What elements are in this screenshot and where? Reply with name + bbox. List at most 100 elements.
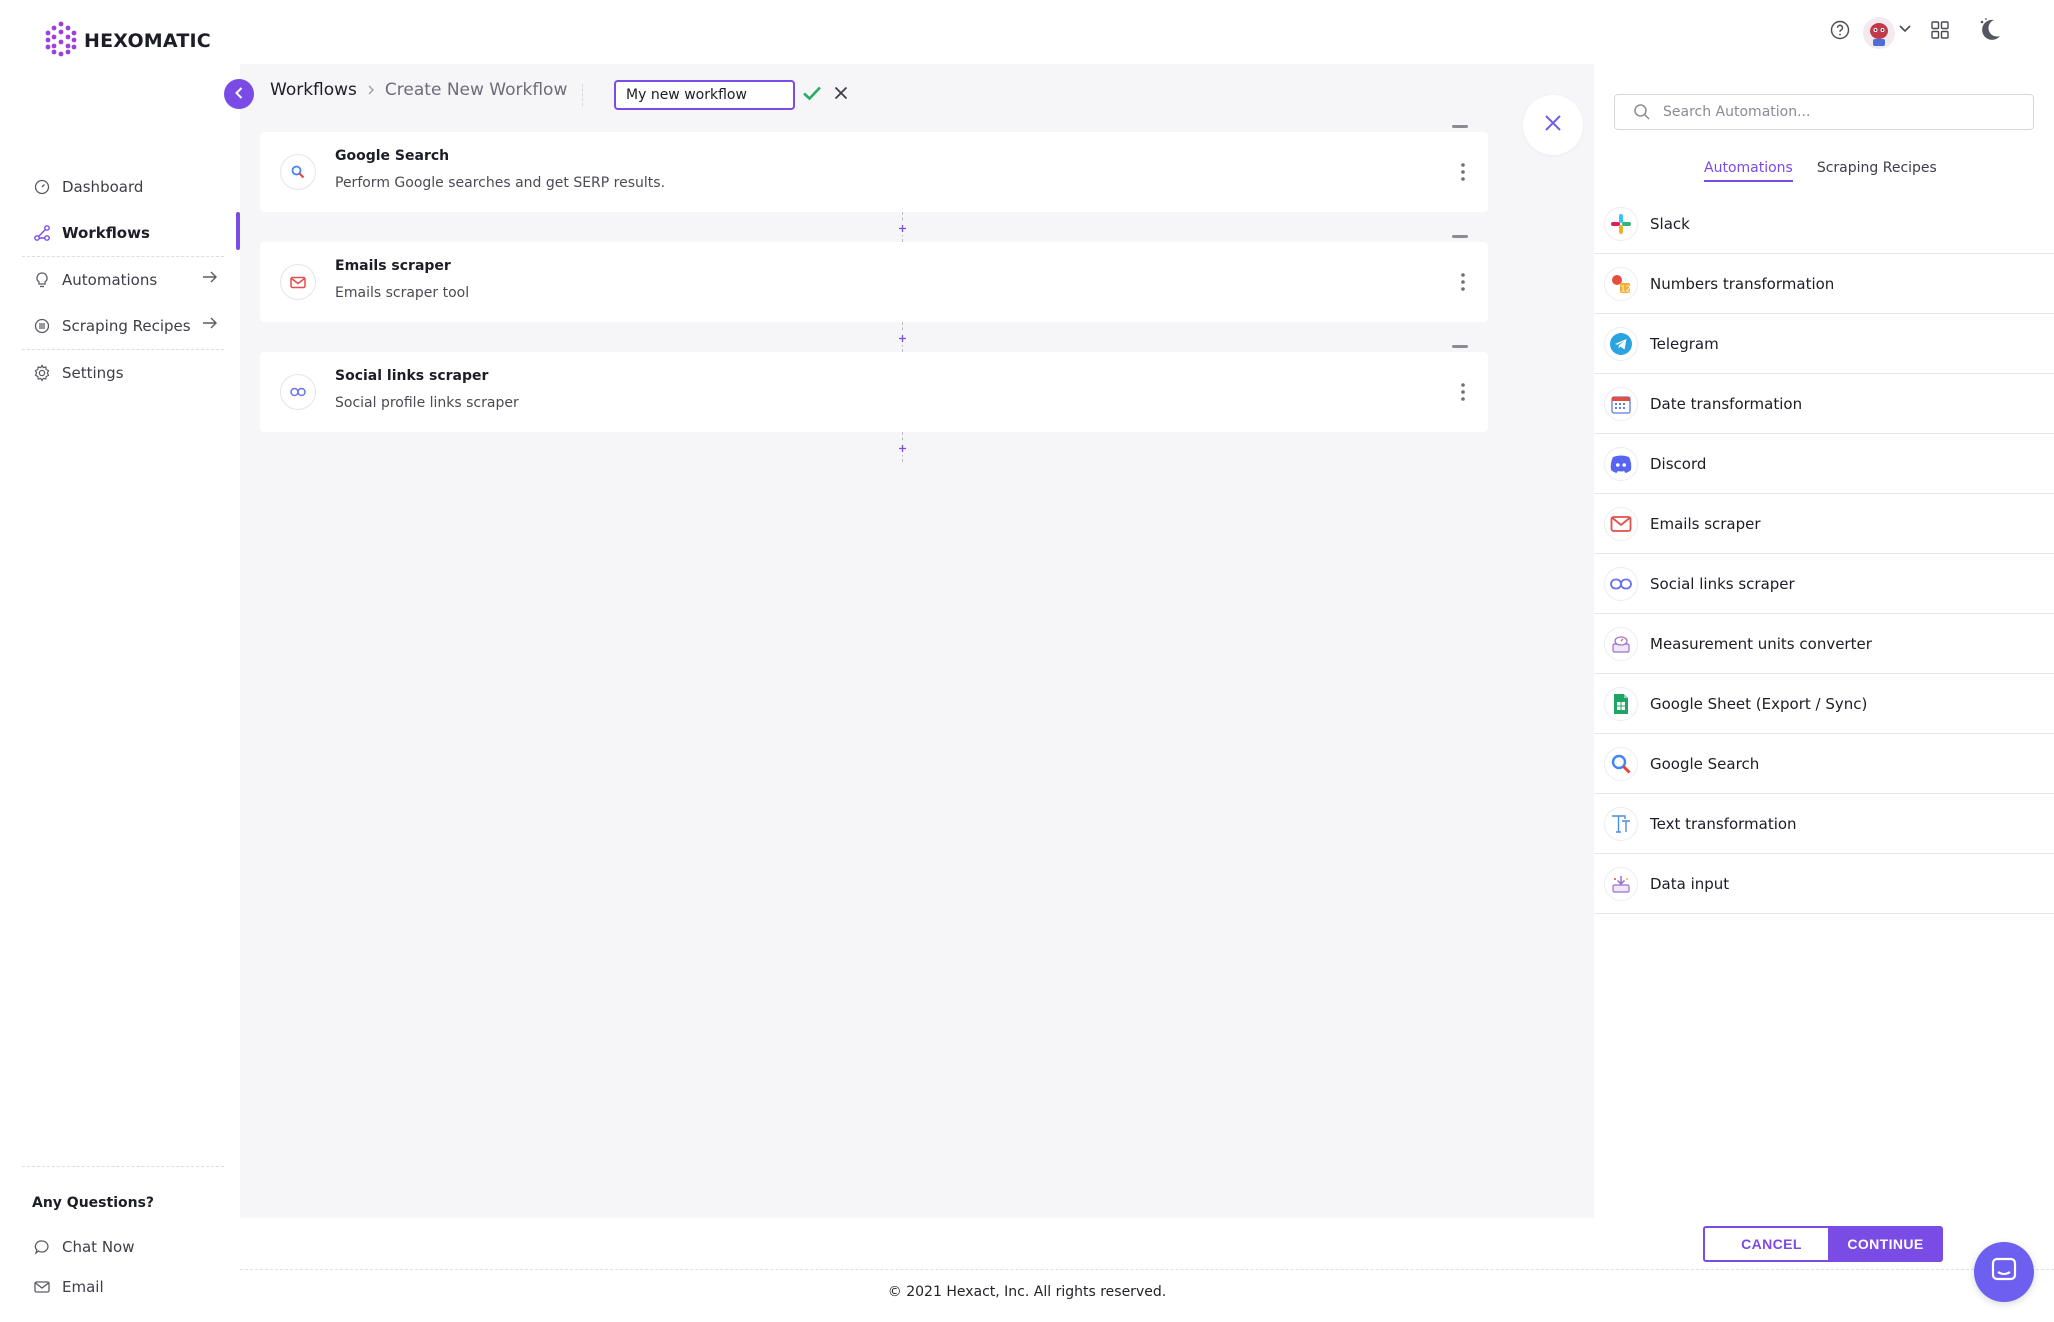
automation-item-data-input[interactable]: Data input bbox=[1594, 854, 2054, 914]
recipe-icon bbox=[32, 316, 52, 336]
breadcrumb: Workflows Create New Workflow bbox=[270, 80, 567, 100]
add-step-plus-icon[interactable] bbox=[896, 222, 909, 235]
automation-item-telegram[interactable]: Telegram bbox=[1594, 314, 2054, 374]
sidebar-item-settings[interactable]: Settings bbox=[22, 350, 224, 396]
workflow-step-social-links-scraper[interactable]: Social links scraper Social profile link… bbox=[260, 345, 1488, 432]
automation-label: Date transformation bbox=[1650, 394, 1803, 413]
header-divider bbox=[582, 84, 583, 106]
sidebar-item-automations[interactable]: Automations bbox=[22, 257, 224, 303]
automation-item-emails-scraper[interactable]: Emails scraper bbox=[1594, 494, 2054, 554]
calendar-icon bbox=[1604, 386, 1638, 421]
chevron-down-icon[interactable] bbox=[1898, 24, 1912, 34]
sheet-icon bbox=[1604, 686, 1638, 721]
step-title: Google Search bbox=[335, 148, 450, 164]
search-automation-input[interactable] bbox=[1663, 95, 2023, 129]
dark-mode-icon[interactable] bbox=[1974, 16, 2004, 44]
automation-item-social-links-scraper[interactable]: Social links scraper bbox=[1594, 554, 2054, 614]
automation-label: Text transformation bbox=[1650, 814, 1797, 833]
workflow-icon bbox=[32, 223, 52, 243]
automation-label: Data input bbox=[1650, 874, 1730, 893]
topbar bbox=[1794, 14, 2054, 54]
user-avatar[interactable] bbox=[1862, 16, 1896, 50]
help-icon[interactable] bbox=[1830, 20, 1850, 40]
search-icon bbox=[1604, 746, 1638, 781]
continue-button[interactable]: CONTINUE bbox=[1828, 1226, 1943, 1262]
data-input-icon bbox=[1604, 866, 1638, 901]
collapse-step-icon[interactable] bbox=[1452, 345, 1468, 348]
apps-grid-icon[interactable] bbox=[1930, 20, 1950, 40]
help-item-label: Email bbox=[62, 1278, 104, 1296]
automation-label: Discord bbox=[1650, 454, 1707, 473]
workflow-step-google-search[interactable]: Google Search Perform Google searches an… bbox=[260, 125, 1488, 212]
collapse-step-icon[interactable] bbox=[1452, 125, 1468, 128]
arrow-right-icon bbox=[202, 270, 218, 288]
sidebar-nav: Dashboard Workflows Automations Scraping… bbox=[22, 164, 224, 396]
automation-list: Slack 12 Numbers transformation Telegram… bbox=[1594, 194, 2054, 914]
tab-automations[interactable]: Automations bbox=[1704, 160, 1793, 182]
tab-scraping-recipes[interactable]: Scraping Recipes bbox=[1817, 160, 1937, 182]
close-icon bbox=[1542, 112, 1564, 138]
breadcrumb-workflows[interactable]: Workflows bbox=[270, 80, 357, 100]
workflow-name-input[interactable] bbox=[614, 80, 795, 110]
automation-label: Social links scraper bbox=[1650, 574, 1795, 593]
mail-icon bbox=[32, 1277, 52, 1297]
help-title: Any Questions? bbox=[32, 1195, 155, 1211]
step-title: Emails scraper bbox=[335, 258, 451, 274]
automation-item-google-search[interactable]: Google Search bbox=[1594, 734, 2054, 794]
automation-search bbox=[1614, 94, 2034, 130]
close-panel-button[interactable] bbox=[1523, 95, 1583, 155]
workflow-step-emails-scraper[interactable]: Emails scraper Emails scraper tool bbox=[260, 235, 1488, 322]
automation-item-text-transformation[interactable]: Text transformation bbox=[1594, 794, 2054, 854]
breadcrumb-create-new-workflow: Create New Workflow bbox=[384, 80, 568, 100]
more-options-icon[interactable] bbox=[1460, 382, 1466, 406]
scale-icon bbox=[1604, 626, 1638, 661]
cancel-edit-icon[interactable] bbox=[832, 84, 850, 106]
more-options-icon[interactable] bbox=[1460, 162, 1466, 186]
collapse-step-icon[interactable] bbox=[1452, 235, 1468, 238]
step-description: Emails scraper tool bbox=[335, 285, 470, 301]
automation-item-slack[interactable]: Slack bbox=[1594, 194, 2054, 254]
step-description: Social profile links scraper bbox=[335, 395, 519, 411]
gear-icon bbox=[32, 363, 52, 383]
add-step-plus-icon[interactable] bbox=[896, 442, 909, 455]
automation-item-discord[interactable]: Discord bbox=[1594, 434, 2054, 494]
automation-item-measurement-units-converter[interactable]: Measurement units converter bbox=[1594, 614, 2054, 674]
brand-logo[interactable]: HEXOMATIC bbox=[42, 20, 211, 62]
panel-tabs: Automations Scraping Recipes bbox=[1704, 160, 1937, 182]
copyright-text: © 2021 Hexact, Inc. All rights reserved. bbox=[887, 1284, 1167, 1300]
automation-label: Emails scraper bbox=[1650, 514, 1761, 533]
bulb-icon bbox=[32, 270, 52, 290]
automation-label: Numbers transformation bbox=[1650, 274, 1835, 293]
collapse-sidebar-button[interactable] bbox=[224, 79, 254, 109]
automation-label: Measurement units converter bbox=[1650, 634, 1872, 653]
link-icon bbox=[1604, 566, 1638, 601]
hexomatic-logo-icon bbox=[42, 20, 80, 62]
text-icon bbox=[1604, 806, 1638, 841]
chevron-left-icon bbox=[233, 85, 245, 104]
mail-icon bbox=[1604, 506, 1638, 541]
step-title: Social links scraper bbox=[335, 368, 489, 384]
automation-item-google-sheet[interactable]: Google Sheet (Export / Sync) bbox=[1594, 674, 2054, 734]
automation-item-date-transformation[interactable]: Date transformation bbox=[1594, 374, 2054, 434]
automation-label: Google Search bbox=[1650, 754, 1760, 773]
sidebar-item-scraping-recipes[interactable]: Scraping Recipes bbox=[22, 303, 224, 349]
help-item-label: Chat Now bbox=[62, 1238, 135, 1256]
sidebar-item-label: Workflows bbox=[62, 224, 150, 242]
search-icon bbox=[1633, 103, 1651, 125]
sidebar-item-dashboard[interactable]: Dashboard bbox=[22, 164, 224, 210]
help-section: Any Questions? Chat Now Email bbox=[22, 1166, 224, 1307]
confirm-check-icon[interactable] bbox=[802, 84, 822, 106]
email-link[interactable]: Email bbox=[22, 1267, 224, 1307]
svg-text:12: 12 bbox=[1621, 284, 1631, 293]
breadcrumb-separator-icon bbox=[367, 81, 375, 100]
sidebar-item-workflows[interactable]: Workflows bbox=[22, 210, 224, 256]
automation-label: Telegram bbox=[1650, 334, 1719, 353]
cancel-button[interactable]: CANCEL bbox=[1703, 1226, 1840, 1262]
more-options-icon[interactable] bbox=[1460, 272, 1466, 296]
live-chat-button[interactable] bbox=[1974, 1242, 2034, 1302]
telegram-icon bbox=[1604, 326, 1638, 361]
add-step-plus-icon[interactable] bbox=[896, 332, 909, 345]
chat-now-link[interactable]: Chat Now bbox=[22, 1227, 224, 1267]
automation-item-numbers-transformation[interactable]: 12 Numbers transformation bbox=[1594, 254, 2054, 314]
link-icon bbox=[280, 374, 316, 410]
